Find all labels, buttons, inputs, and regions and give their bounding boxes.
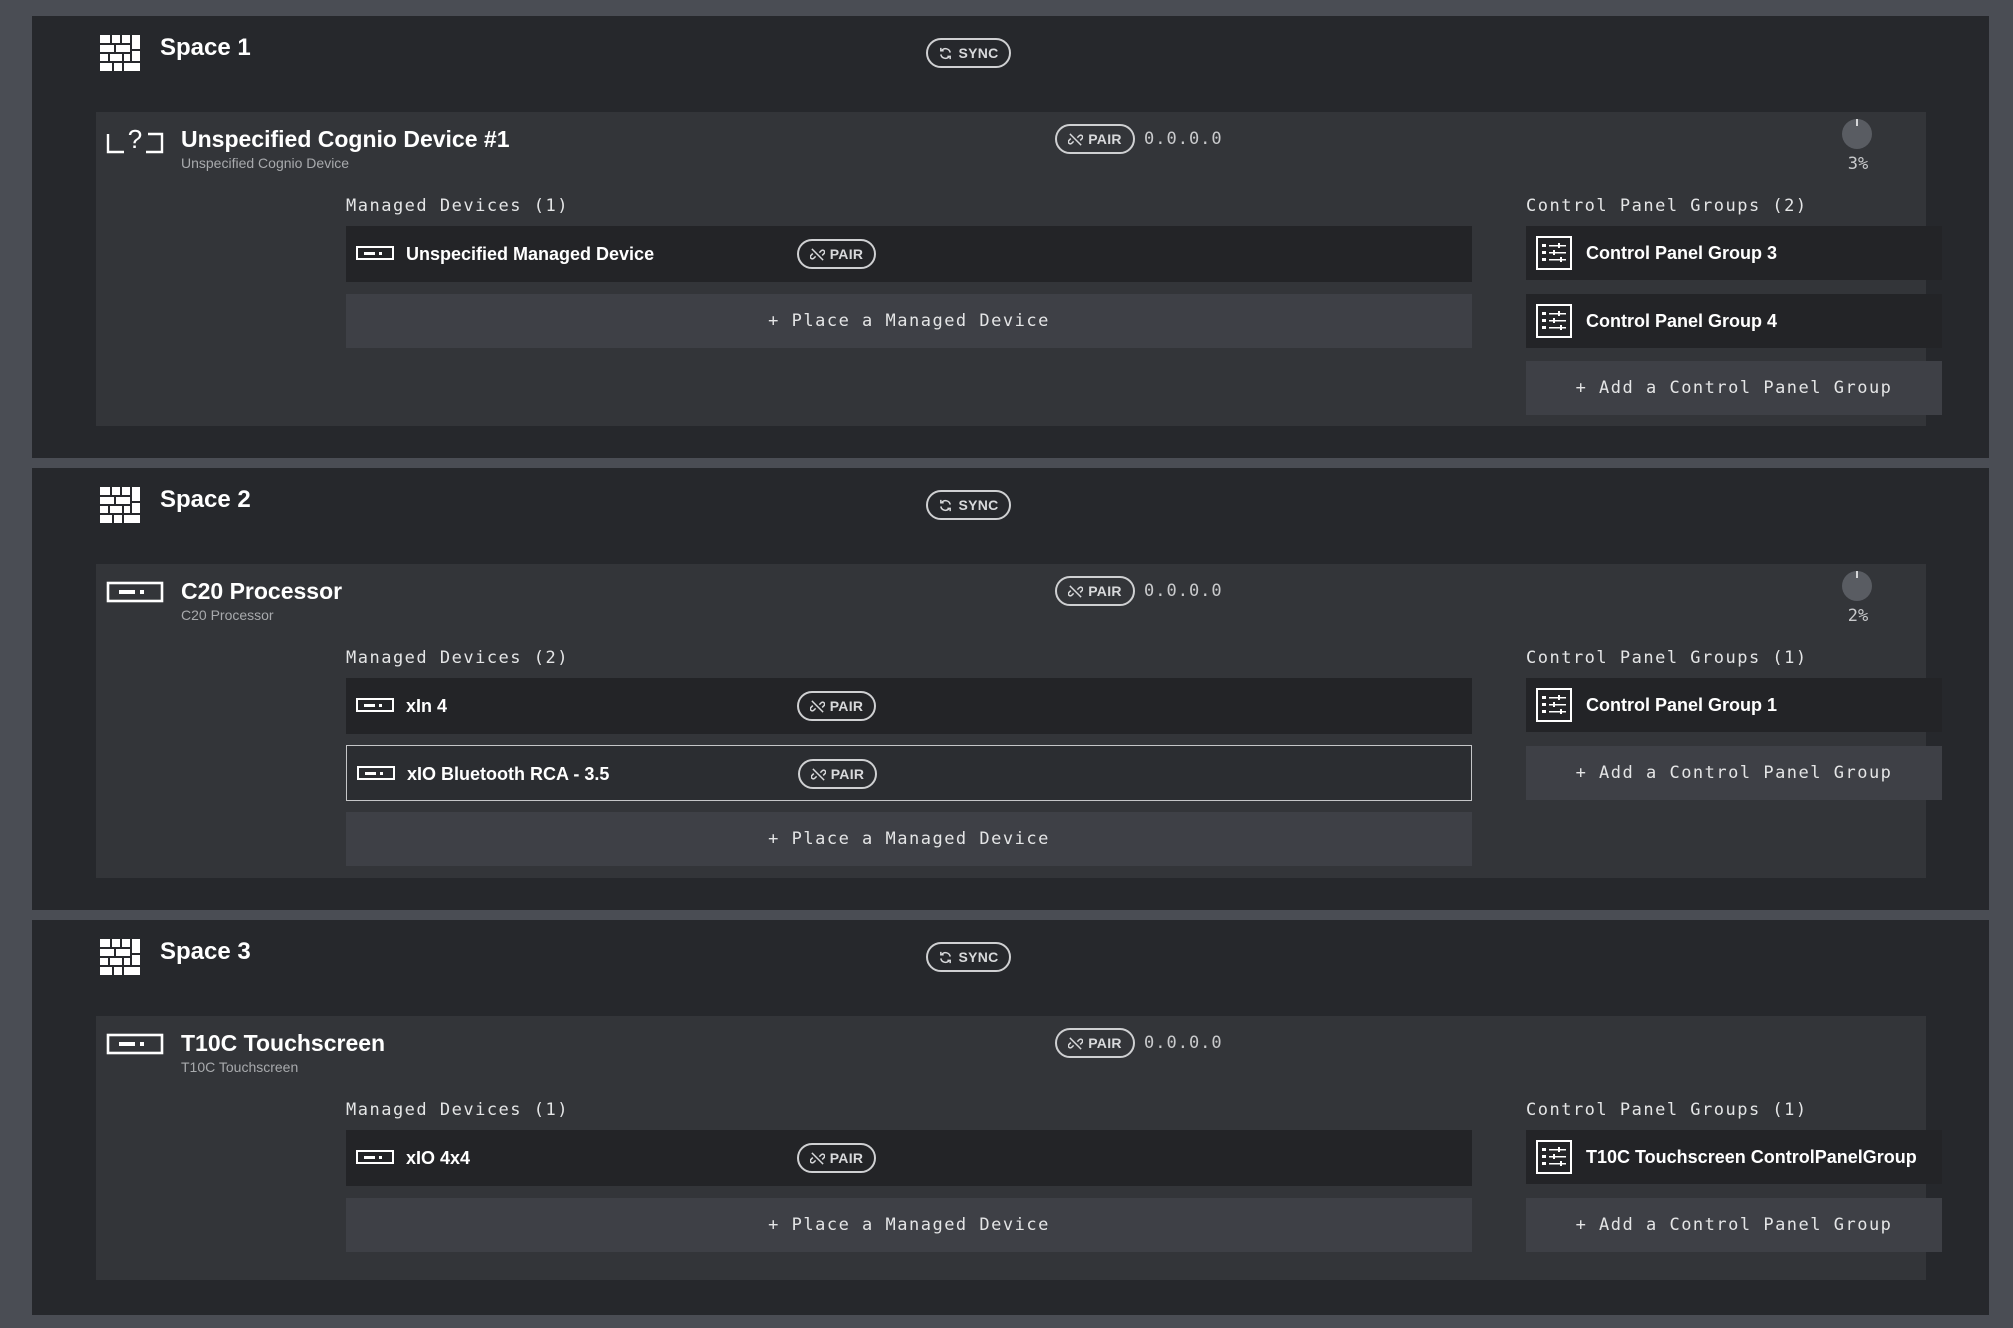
ip-address: 0.0.0.0 — [1144, 581, 1223, 601]
pair-label: PAIR — [829, 698, 864, 714]
svg-text:?: ? — [128, 126, 142, 154]
progress-percent: 2% — [1847, 606, 1869, 626]
device-box-icon — [357, 766, 395, 780]
sync-label: SYNC — [958, 949, 999, 965]
managed-devices-header: Managed Devices (1) — [346, 1100, 569, 1120]
space-title: Space 3 — [160, 938, 251, 965]
managed-devices-header: Managed Devices (2) — [346, 648, 569, 668]
control-panel-icon — [1536, 688, 1572, 722]
link-broken-icon — [810, 767, 826, 781]
pair-button[interactable]: PAIR — [797, 239, 876, 269]
link-broken-icon — [809, 1151, 825, 1165]
control-panel-icon — [1536, 304, 1572, 338]
sync-icon — [940, 47, 952, 59]
ip-address: 0.0.0.0 — [1144, 1033, 1223, 1053]
space-panel: Space 2 SYNC C20 Processor C20 Processor… — [32, 468, 1989, 910]
device-title: T10C Touchscreen — [181, 1030, 386, 1056]
ip-address: 0.0.0.0 — [1144, 129, 1223, 149]
control-panel-group-row[interactable]: Control Panel Group 4 — [1526, 294, 1942, 348]
space-panel: Space 3 SYNC T10C Touchscreen T10C Touch… — [32, 920, 1989, 1315]
add-control-panel-group-button[interactable]: + Add a Control Panel Group — [1526, 361, 1942, 415]
place-managed-device-button[interactable]: + Place a Managed Device — [346, 812, 1472, 866]
sync-button[interactable]: SYNC — [926, 942, 1011, 972]
managed-device-row[interactable]: Unspecified Managed Device PAIR — [346, 226, 1472, 282]
pair-button[interactable]: PAIR — [1055, 576, 1135, 606]
managed-device-name: xIO Bluetooth RCA - 3.5 — [407, 764, 610, 784]
progress-gauge — [1842, 571, 1872, 601]
control-panel-group-name: T10C Touchscreen ControlPanelGroup — [1586, 1147, 1917, 1167]
managed-device-name: Unspecified Managed Device — [406, 244, 655, 264]
device-subtitle: C20 Processor — [181, 607, 274, 623]
progress-percent: 3% — [1847, 154, 1869, 174]
control-panel-groups-header: Control Panel Groups (1) — [1526, 648, 1808, 668]
device-title: C20 Processor — [181, 578, 343, 604]
device-box-icon — [356, 1150, 394, 1164]
space-panel: Space 1 SYNC ? Unspecified Cognio Device… — [32, 16, 1989, 458]
control-panel-groups-header: Control Panel Groups (2) — [1526, 196, 1808, 216]
pair-label: PAIR — [830, 766, 865, 782]
link-broken-icon — [809, 699, 825, 713]
pair-label: PAIR — [1088, 131, 1122, 147]
pair-label: PAIR — [1088, 583, 1122, 599]
processor-icon — [106, 1033, 164, 1055]
control-panel-group-row[interactable]: Control Panel Group 1 — [1526, 678, 1942, 732]
managed-device-row[interactable]: xIn 4 PAIR — [346, 678, 1472, 734]
space-title: Space 2 — [160, 486, 251, 513]
control-panel-groups-header: Control Panel Groups (1) — [1526, 1100, 1808, 1120]
pair-button[interactable]: PAIR — [797, 1143, 876, 1173]
progress-gauge — [1842, 119, 1872, 149]
device-card: T10C Touchscreen T10C Touchscreen PAIR 0… — [96, 1016, 1942, 1280]
place-managed-device-button[interactable]: + Place a Managed Device — [346, 1198, 1472, 1252]
control-panel-group-row[interactable]: T10C Touchscreen ControlPanelGroup — [1526, 1130, 1942, 1184]
sync-label: SYNC — [958, 497, 999, 513]
control-panel-icon — [1536, 236, 1572, 270]
managed-device-name: xIn 4 — [406, 696, 448, 716]
unknown-device-icon: ? — [106, 126, 164, 154]
device-subtitle: T10C Touchscreen — [181, 1059, 299, 1075]
space-title: Space 1 — [160, 34, 251, 61]
managed-device-name: xIO 4x4 — [406, 1148, 471, 1168]
sync-icon — [940, 951, 952, 963]
control-panel-group-name: Control Panel Group 1 — [1586, 695, 1778, 715]
sync-label: SYNC — [958, 45, 999, 61]
pair-label: PAIR — [829, 1150, 864, 1166]
pair-button[interactable]: PAIR — [1055, 124, 1135, 154]
place-managed-device-button[interactable]: + Place a Managed Device — [346, 294, 1472, 348]
link-broken-icon — [1068, 132, 1084, 146]
add-control-panel-group-button[interactable]: + Add a Control Panel Group — [1526, 1198, 1942, 1252]
sync-button[interactable]: SYNC — [926, 490, 1011, 520]
device-box-icon — [356, 246, 394, 260]
control-panel-group-row[interactable]: Control Panel Group 3 — [1526, 226, 1942, 280]
control-panel-icon — [1536, 1140, 1572, 1174]
pair-label: PAIR — [829, 246, 864, 262]
pair-button[interactable]: PAIR — [797, 691, 876, 721]
link-broken-icon — [1068, 1036, 1084, 1050]
device-title: Unspecified Cognio Device #1 — [181, 126, 510, 152]
link-broken-icon — [1068, 584, 1084, 598]
control-panel-group-name: Control Panel Group 3 — [1586, 243, 1778, 263]
managed-device-row[interactable]: xIO Bluetooth RCA - 3.5 PAIR — [346, 745, 1472, 801]
device-subtitle: Unspecified Cognio Device — [181, 155, 350, 171]
space-grid-icon — [100, 35, 140, 71]
pair-button[interactable]: PAIR — [798, 759, 877, 789]
managed-device-row[interactable]: xIO 4x4 PAIR — [346, 1130, 1472, 1186]
space-grid-icon — [100, 939, 140, 975]
processor-icon — [106, 581, 164, 603]
device-box-icon — [356, 698, 394, 712]
managed-devices-header: Managed Devices (1) — [346, 196, 569, 216]
control-panel-group-name: Control Panel Group 4 — [1586, 311, 1778, 331]
sync-icon — [940, 499, 952, 511]
device-card: C20 Processor C20 Processor PAIR 0.0.0.0… — [96, 564, 1942, 878]
space-grid-icon — [100, 487, 140, 523]
pair-label: PAIR — [1088, 1035, 1122, 1051]
sync-button[interactable]: SYNC — [926, 38, 1011, 68]
device-card: ? Unspecified Cognio Device #1 Unspecifi… — [96, 112, 1942, 426]
link-broken-icon — [809, 247, 825, 261]
add-control-panel-group-button[interactable]: + Add a Control Panel Group — [1526, 746, 1942, 800]
pair-button[interactable]: PAIR — [1055, 1028, 1135, 1058]
